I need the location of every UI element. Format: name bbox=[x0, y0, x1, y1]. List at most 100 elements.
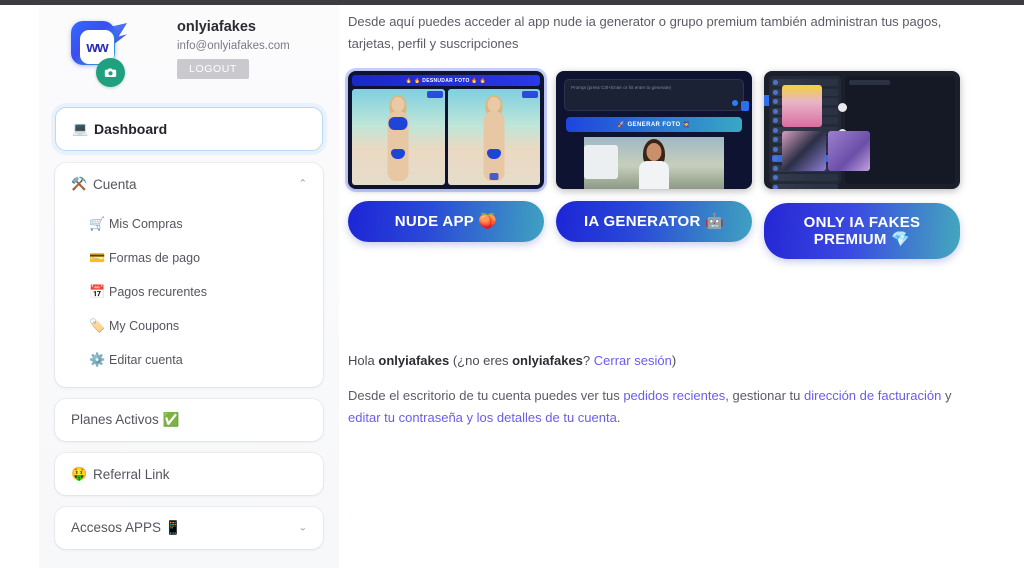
pedidos-recientes-link[interactable]: pedidos recientes bbox=[623, 388, 725, 403]
screenshot-footer-chip bbox=[489, 173, 499, 180]
cuenta-submenu: 🛒 Mis Compras 💳 Formas de pago 📅 Pagos r… bbox=[55, 205, 323, 387]
generated-photo-mock bbox=[584, 137, 724, 189]
intro-text: Desde aquí puedes acceder al app nude ia… bbox=[348, 14, 942, 51]
prompt-placeholder: Prompt (press Ctrl+Enter or hit enter to… bbox=[571, 85, 672, 90]
promo-only-ia-fakes-premium: ONLY IA FAKES PREMIUM 💎 bbox=[764, 71, 960, 259]
van-shape bbox=[584, 145, 618, 179]
credit-card-icon: 💳 bbox=[89, 250, 106, 265]
cuenta-label: Cuenta bbox=[93, 176, 137, 192]
message-avatar bbox=[838, 103, 847, 112]
pane-before bbox=[352, 89, 445, 185]
top-shape bbox=[388, 117, 408, 130]
sidebar-section-cuenta: ⚒️ Cuenta ⌃ 🛒 Mis Compras 💳 Formas de pa… bbox=[55, 163, 323, 387]
profile-text: onlyiafakes info@onlyiafakes.com LOGOUT bbox=[177, 19, 290, 79]
pane-after bbox=[447, 89, 540, 185]
head-shape-2 bbox=[487, 97, 501, 112]
gear-icon: ⚙️ bbox=[89, 352, 106, 367]
ia-generator-screenshot[interactable]: Prompt (press Ctrl+Enter or hit enter to… bbox=[556, 71, 752, 189]
chat-item bbox=[772, 174, 838, 181]
calendar-icon: 📅 bbox=[89, 284, 106, 299]
logo-glyph: ww bbox=[86, 38, 108, 56]
editar-contrasena-link[interactable]: editar tu contraseña y los detalles de t… bbox=[348, 410, 617, 425]
my-coupons-label: My Coupons bbox=[109, 319, 180, 333]
camera-glyph bbox=[104, 68, 117, 77]
desc-part-2: , gestionar tu bbox=[725, 388, 805, 403]
pane-badge bbox=[426, 91, 443, 98]
greeting-line: Hola onlyiafakes (¿no eres onlyiafakes? … bbox=[348, 353, 978, 368]
sidebar-item-mis-compras[interactable]: 🛒 Mis Compras bbox=[55, 207, 323, 241]
chevron-down-icon[interactable]: ⌄ bbox=[299, 523, 307, 534]
page-root: ww onlyiafakes info@onlyiafakes.com LOGO… bbox=[0, 0, 1024, 568]
promo-cards: 🔥 🔥 DESNUDAR FOTO 🔥 🔥 NUDE APP 🍑 Prompt … bbox=[348, 71, 978, 259]
prompt-input-mock: Prompt (press Ctrl+Enter or hit enter to… bbox=[564, 79, 744, 111]
dashboard-row[interactable]: 💻 Dashboard bbox=[56, 108, 322, 150]
laptop-icon: 💻 bbox=[72, 121, 89, 136]
body-shape-2 bbox=[483, 111, 505, 181]
profile-name: onlyiafakes bbox=[177, 19, 256, 35]
greeting-hello: Hola bbox=[348, 353, 375, 368]
screenshot-title-bar: 🔥 🔥 DESNUDAR FOTO 🔥 🔥 bbox=[352, 75, 540, 86]
planes-activos-label: Planes Activos ✅ bbox=[71, 412, 180, 427]
pagos-recurentes-label: Pagos recurentes bbox=[109, 285, 207, 299]
chevron-up-icon[interactable]: ⌃ bbox=[299, 179, 307, 190]
figure-before bbox=[381, 95, 415, 185]
coupon-icon: 🏷️ bbox=[89, 318, 106, 333]
premium-screenshot[interactable] bbox=[764, 71, 960, 189]
referral-row[interactable]: 🤑 Referral Link bbox=[55, 453, 323, 495]
logout-button[interactable]: LOGOUT bbox=[177, 59, 249, 79]
greeting-not-you: (¿no eres bbox=[452, 353, 509, 368]
send-dot-icon bbox=[732, 100, 738, 106]
chat-item bbox=[772, 183, 838, 189]
tools-icon: ⚒️ bbox=[71, 176, 88, 191]
ia-generator-button[interactable]: IA GENERATOR 🤖 bbox=[556, 201, 752, 242]
side-action-chip bbox=[741, 101, 749, 111]
pane-badge-2 bbox=[522, 91, 538, 98]
sidebar: ww onlyiafakes info@onlyiafakes.com LOGO… bbox=[39, 5, 339, 568]
body-shape-3 bbox=[639, 161, 669, 189]
nude-app-screenshot[interactable]: 🔥 🔥 DESNUDAR FOTO 🔥 🔥 bbox=[348, 71, 544, 189]
cerrar-sesion-link[interactable]: Cerrar sesión bbox=[594, 353, 672, 368]
cart-icon: 🛒 bbox=[89, 216, 106, 231]
message-photo bbox=[828, 131, 870, 171]
logo: ww bbox=[67, 17, 129, 87]
head-shape-3 bbox=[646, 143, 662, 161]
money-face-icon: 🤑 bbox=[71, 466, 88, 481]
greeting-question: ? bbox=[582, 353, 591, 368]
dashboard-description: Desde el escritorio de tu cuenta puedes … bbox=[348, 385, 978, 429]
dashboard-label: Dashboard bbox=[94, 121, 168, 137]
chat-header-bar bbox=[849, 80, 890, 85]
promo-ia-generator: Prompt (press Ctrl+Enter or hit enter to… bbox=[556, 71, 752, 259]
desc-part-4: . bbox=[616, 410, 621, 425]
referral-link-label: Referral Link bbox=[93, 466, 170, 482]
camera-icon[interactable] bbox=[96, 58, 125, 87]
sidebar-item-pagos-recurentes[interactable]: 📅 Pagos recurentes bbox=[55, 275, 323, 309]
sidebar-item-editar-cuenta[interactable]: ⚙️ Editar cuenta bbox=[55, 343, 323, 377]
editar-cuenta-label: Editar cuenta bbox=[109, 353, 183, 367]
direccion-facturacion-link[interactable]: dirección de facturación bbox=[804, 388, 941, 403]
desc-part-1: Desde el escritorio de tu cuenta puedes … bbox=[348, 388, 624, 403]
sidebar-item-dashboard[interactable]: 💻 Dashboard bbox=[55, 107, 323, 151]
greeting-user: onlyiafakes bbox=[378, 353, 450, 368]
planes-row[interactable]: Planes Activos ✅ bbox=[55, 399, 323, 441]
mis-compras-label: Mis Compras bbox=[109, 217, 183, 231]
profile-email: info@onlyiafakes.com bbox=[177, 40, 290, 52]
only-ia-fakes-premium-button[interactable]: ONLY IA FAKES PREMIUM 💎 bbox=[764, 203, 960, 259]
sidebar-item-my-coupons[interactable]: 🏷️ My Coupons bbox=[55, 309, 323, 343]
message-photo bbox=[782, 131, 826, 171]
accesos-apps-label: Accesos APPS 📱 bbox=[71, 520, 182, 535]
greeting-close-paren: ) bbox=[671, 353, 677, 368]
cuenta-header[interactable]: ⚒️ Cuenta ⌃ bbox=[55, 163, 323, 205]
accesos-row[interactable]: Accesos APPS 📱 ⌄ bbox=[55, 507, 323, 549]
message-photo bbox=[782, 85, 822, 127]
main-content: Desde aquí puedes acceder al app nude ia… bbox=[348, 5, 978, 429]
profile-header: ww onlyiafakes info@onlyiafakes.com LOGO… bbox=[39, 5, 339, 107]
sidebar-section-accesos-apps[interactable]: Accesos APPS 📱 ⌄ bbox=[55, 507, 323, 549]
sidebar-item-formas-de-pago[interactable]: 💳 Formas de pago bbox=[55, 241, 323, 275]
nude-app-button[interactable]: NUDE APP 🍑 bbox=[348, 201, 544, 242]
account-summary: Hola onlyiafakes (¿no eres onlyiafakes? … bbox=[348, 353, 978, 429]
formas-de-pago-label: Formas de pago bbox=[109, 251, 201, 265]
desc-part-3: y bbox=[941, 388, 952, 403]
sidebar-item-planes-activos[interactable]: Planes Activos ✅ bbox=[55, 399, 323, 441]
sidebar-item-referral-link[interactable]: 🤑 Referral Link bbox=[55, 453, 323, 495]
premium-button-line2: PREMIUM 💎 bbox=[813, 231, 911, 248]
